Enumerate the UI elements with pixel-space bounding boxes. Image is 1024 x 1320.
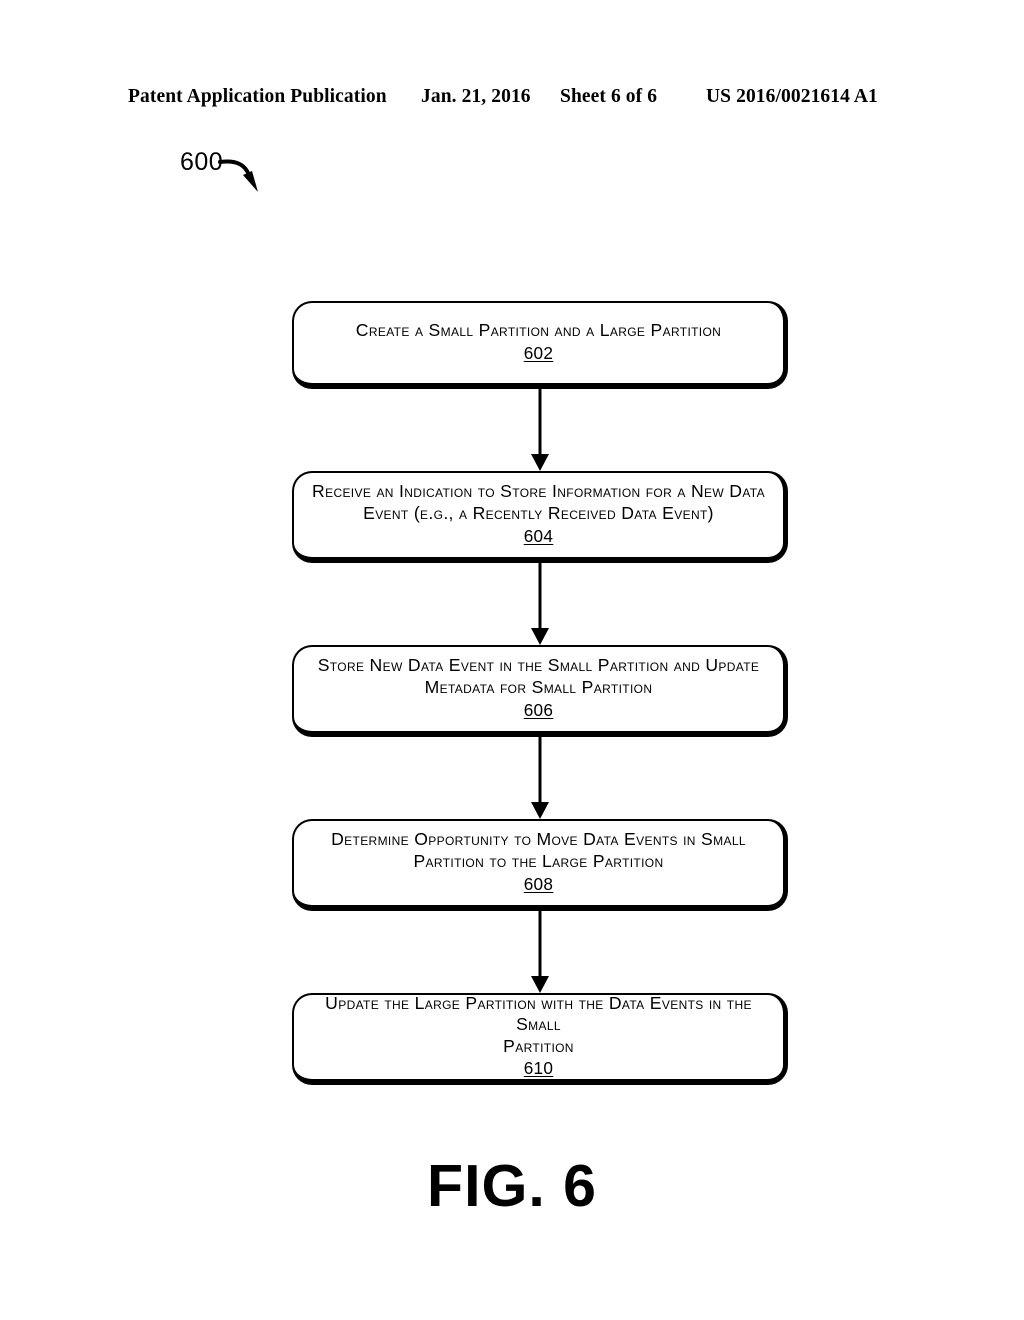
flow-connector-602-604: [292, 389, 788, 471]
flow-node-606[interactable]: Store New Data Event in the Small Partit…: [292, 645, 788, 737]
flow-node-604[interactable]: Receive an Indication to Store Informati…: [292, 471, 788, 563]
flow-node-602-number: 602: [523, 342, 554, 363]
flow-node-602[interactable]: Create a Small Partition and a Large Par…: [292, 301, 788, 389]
flow-node-602-text: Create a Small Partition and a Large Par…: [355, 320, 722, 341]
connector-shaft: [538, 911, 542, 979]
flow-node-604-number: 604: [523, 525, 554, 546]
page-header: Patent Application Publication Jan. 21, …: [0, 86, 1024, 112]
down-arrow-icon: [531, 454, 549, 471]
flow-node-610-number: 610: [523, 1058, 554, 1079]
flow-node-608-number: 608: [523, 873, 554, 894]
flow-node-604-text: Receive an Indication to Store Informati…: [312, 481, 765, 523]
publication-label: Patent Application Publication: [128, 86, 387, 107]
connector-shaft: [538, 563, 542, 631]
publication-date: Jan. 21, 2016: [421, 86, 531, 107]
flow-node-606-number: 606: [523, 699, 554, 720]
sheet-number: Sheet 6 of 6: [560, 86, 658, 107]
flow-node-610-text: Update the Large Partition with the Data…: [325, 992, 752, 1056]
flow-node-606-text: Store New Data Event in the Small Partit…: [317, 655, 760, 697]
down-arrow-icon: [531, 802, 549, 819]
curved-arrow-icon: [218, 159, 258, 192]
figure-caption: FIG. 6: [427, 1153, 597, 1219]
down-arrow-icon: [531, 628, 549, 645]
flow-connector-606-608: [292, 737, 788, 819]
flowchart: Create a Small Partition and a Large Par…: [292, 301, 788, 1085]
connector-shaft: [538, 389, 542, 457]
flow-node-608-text: Determine Opportunity to Move Data Event…: [331, 829, 746, 871]
connector-shaft: [538, 737, 542, 805]
down-arrow-icon: [531, 976, 549, 993]
flow-connector-604-606: [292, 563, 788, 645]
publication-number: US 2016/0021614 A1: [706, 86, 878, 107]
figure-reference: 600: [180, 150, 290, 205]
flow-node-610[interactable]: Update the Large Partition with the Data…: [292, 993, 788, 1085]
flow-node-608[interactable]: Determine Opportunity to Move Data Event…: [292, 819, 788, 911]
flow-connector-608-610: [292, 911, 788, 993]
